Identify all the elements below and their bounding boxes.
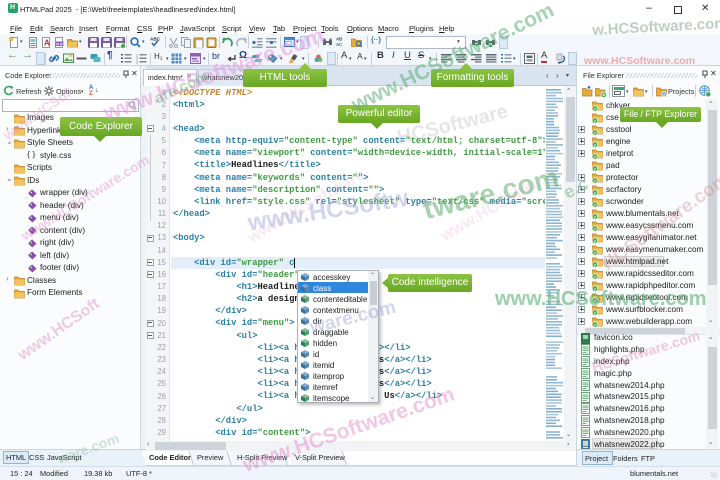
svg-text:A: A [44, 39, 50, 48]
svg-text:PHP: PHP [56, 42, 64, 46]
svg-text:AC: AC [336, 42, 343, 47]
svg-text:ABC: ABC [150, 37, 161, 42]
svg-text:3: 3 [136, 61, 138, 65]
svg-text:AB: AB [336, 37, 342, 42]
